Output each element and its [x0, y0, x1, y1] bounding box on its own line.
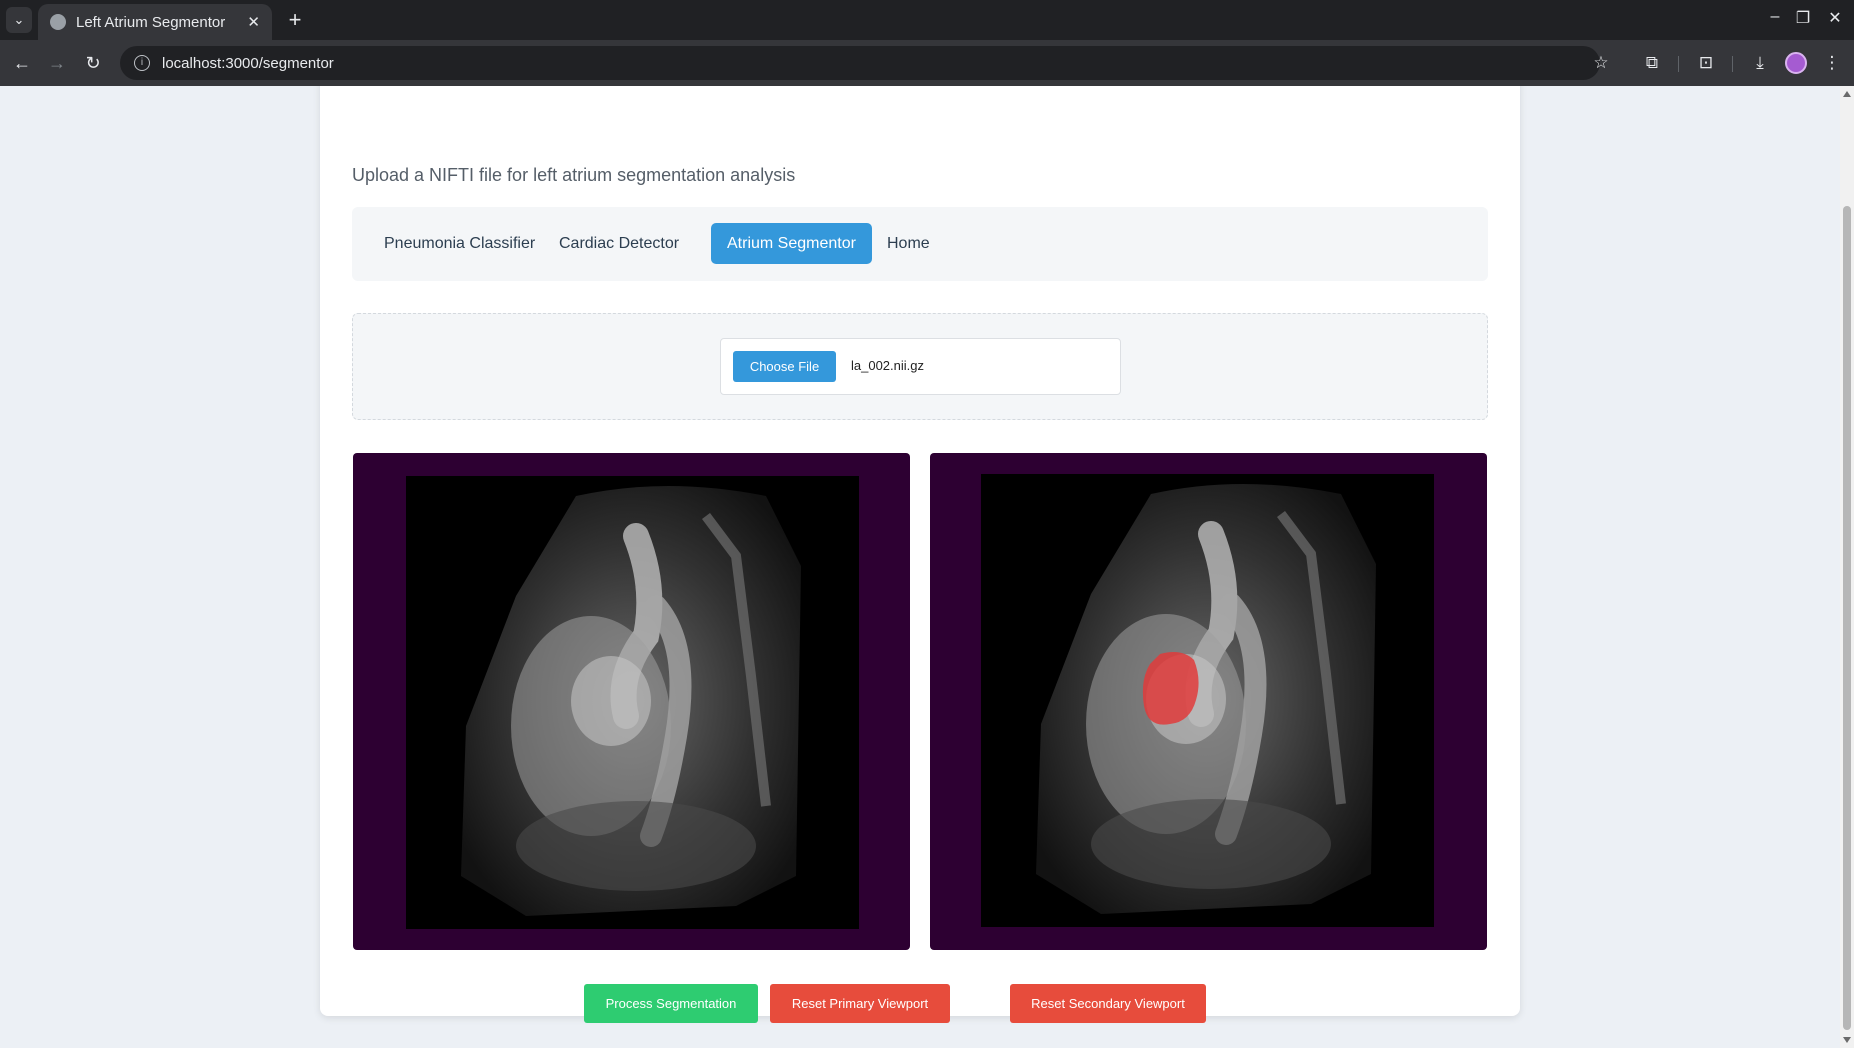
close-icon[interactable]: ✕ [247, 13, 260, 31]
browser-toolbar: ← → ↻ i localhost:3000/segmentor ☆ ⧉ ⊡ ⤓… [0, 40, 1854, 86]
mri-slice-primary [406, 476, 859, 929]
restore-icon[interactable]: ❐ [1791, 8, 1815, 28]
nav-pneumonia-classifier[interactable]: Pneumonia Classifier [368, 223, 551, 264]
scroll-down-icon[interactable] [1843, 1037, 1851, 1043]
file-input[interactable]: Choose File la_002.nii.gz [720, 338, 1121, 395]
window-close-icon[interactable]: ✕ [1823, 8, 1847, 28]
nav-home[interactable]: Home [871, 223, 946, 264]
app-nav: Pneumonia Classifier Cardiac Detector At… [352, 207, 1488, 281]
reload-icon[interactable]: ↻ [81, 51, 105, 75]
mri-slice-secondary [981, 474, 1434, 927]
browser-tab-strip: ⌄ Left Atrium Segmentor ✕ + – ❐ ✕ [0, 0, 1854, 40]
scrollbar-thumb[interactable] [1843, 206, 1851, 1030]
process-segmentation-button[interactable]: Process Segmentation [584, 984, 758, 1023]
minimize-icon[interactable]: – [1763, 8, 1787, 26]
scroll-up-icon[interactable] [1843, 91, 1851, 97]
arrow-left-icon[interactable]: ← [10, 51, 34, 75]
kebab-menu-icon[interactable]: ⋮ [1820, 51, 1844, 75]
profile-avatar[interactable] [1785, 52, 1807, 74]
info-icon[interactable]: i [134, 55, 150, 71]
url-text: localhost:3000/segmentor [162, 54, 334, 72]
reset-secondary-viewport-button[interactable]: Reset Secondary Viewport [1010, 984, 1206, 1023]
browser-tab[interactable]: Left Atrium Segmentor ✕ [38, 4, 272, 40]
choose-file-button[interactable]: Choose File [733, 351, 836, 382]
globe-icon [50, 14, 66, 30]
toolbar-divider [1732, 56, 1733, 72]
star-icon[interactable]: ☆ [1589, 51, 1613, 75]
camera-icon[interactable]: ⊡ [1694, 51, 1718, 75]
plus-icon[interactable]: + [282, 7, 308, 33]
page-viewport: Upload a NIFTI file for left atrium segm… [0, 86, 1840, 1048]
selected-file-name: la_002.nii.gz [851, 358, 924, 373]
download-icon[interactable]: ⤓ [1748, 51, 1772, 75]
primary-viewport[interactable] [353, 453, 910, 950]
main-card: Upload a NIFTI file for left atrium segm… [320, 86, 1520, 1023]
segmentation-mask [1142, 652, 1199, 725]
arrow-right-icon[interactable]: → [45, 51, 69, 75]
nav-cardiac-detector[interactable]: Cardiac Detector [543, 223, 695, 264]
puzzle-icon[interactable]: ⧉ [1640, 51, 1664, 75]
page-scrollbar[interactable] [1840, 86, 1854, 1048]
upload-area: Choose File la_002.nii.gz [352, 313, 1488, 420]
reset-primary-viewport-button[interactable]: Reset Primary Viewport [770, 984, 950, 1023]
toolbar-divider [1678, 56, 1679, 72]
tab-title: Left Atrium Segmentor [76, 13, 226, 31]
address-bar[interactable]: i localhost:3000/segmentor [120, 46, 1600, 80]
nav-atrium-segmentor[interactable]: Atrium Segmentor [711, 223, 872, 264]
page-subtitle: Upload a NIFTI file for left atrium segm… [352, 165, 796, 185]
secondary-viewport[interactable] [930, 453, 1487, 950]
chevron-down-icon[interactable]: ⌄ [6, 7, 32, 33]
